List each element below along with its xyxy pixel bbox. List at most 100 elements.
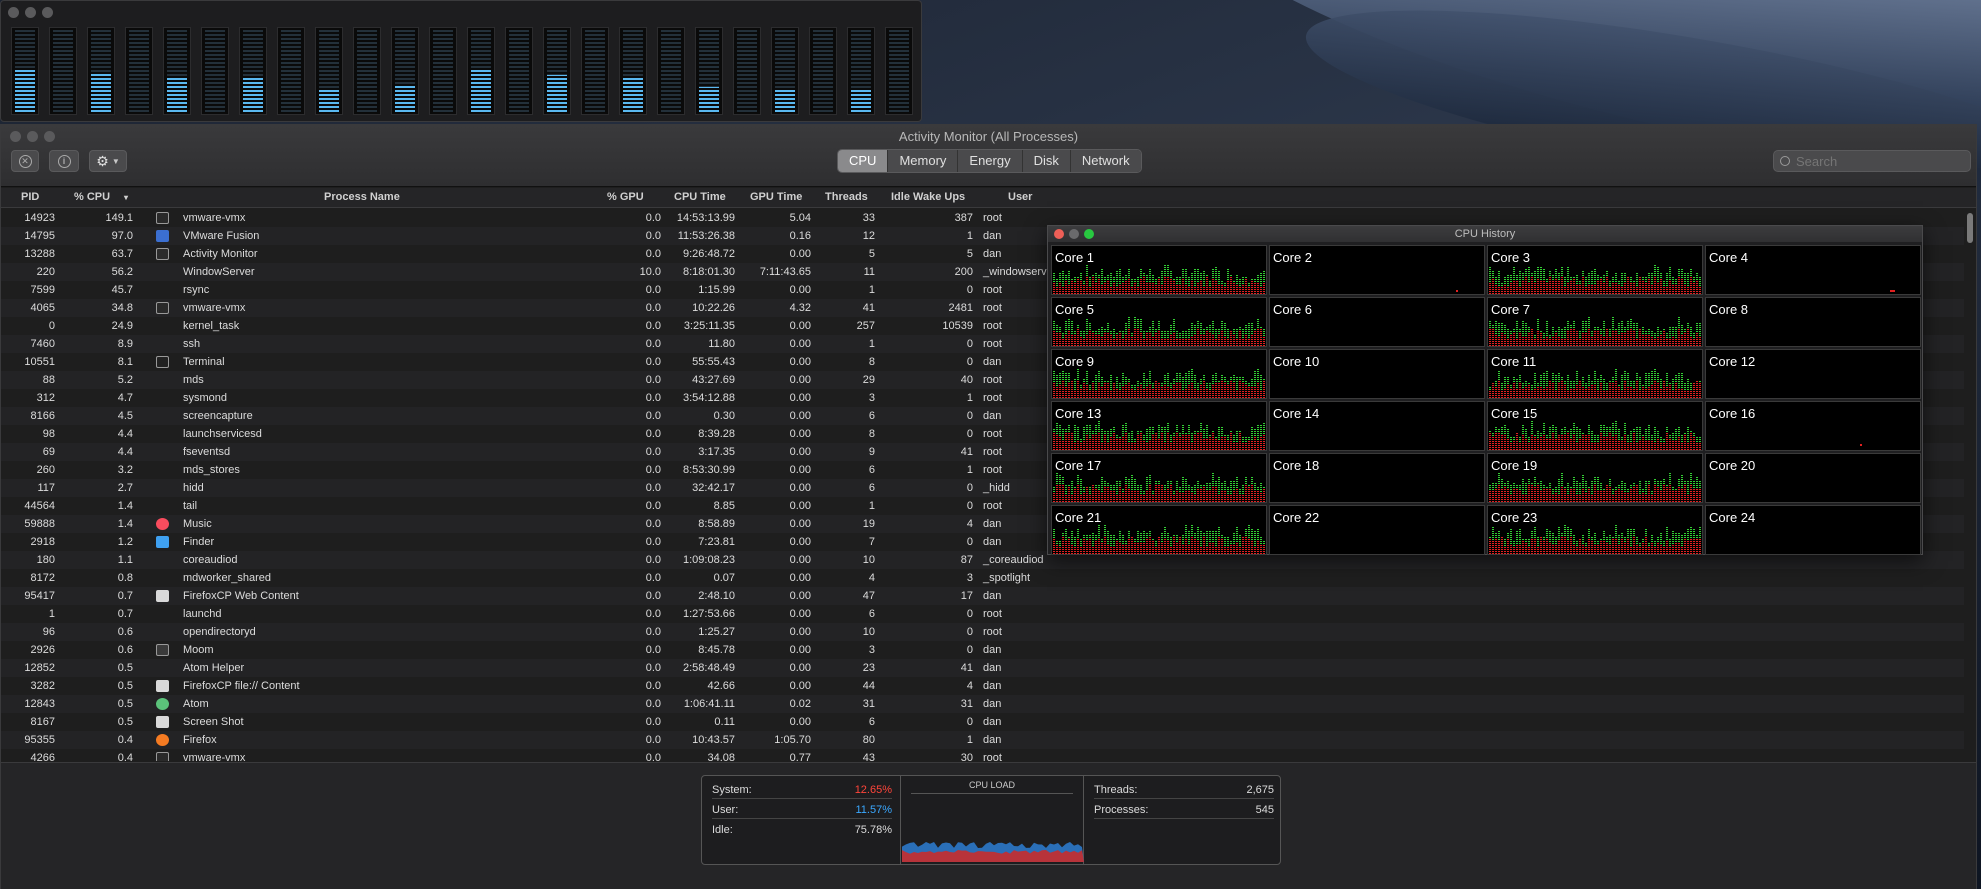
core-history-bar [1068,271,1070,272]
view-tabs[interactable]: CPU Memory Energy Disk Network [837,149,1142,173]
core-history-bar [1119,293,1121,294]
core-history-bar [1666,391,1668,392]
core-history-bar [1669,335,1671,336]
cpu-time-cell: 1:09:08.23 [683,554,735,566]
cpu-history-window[interactable]: CPU History Core 1 Core 2 Core 3 Core 4 Core… [1047,225,1923,555]
column-pid[interactable]: PID [21,191,39,203]
core-history-bar [1095,275,1097,276]
table-row[interactable]: 8172 0.8 mdworker_shared 0.0 0.07 0.00 4 3 _spot… [1,569,1964,587]
process-name-cell: launchservicesd [183,428,262,440]
core-history-bar [1065,377,1067,378]
column-cpu-time[interactable]: CPU Time [674,191,726,203]
core-history-bar [1056,375,1058,376]
core-history-bar [1071,281,1073,282]
core-history-bar [1242,283,1244,284]
core-history-bar [1624,277,1626,278]
threads-cell: 8 [868,356,875,368]
tab-energy[interactable]: Energy [958,150,1023,172]
core-history-bar [1513,339,1515,340]
core-history-bar [1125,327,1127,328]
user-cell: dan [983,680,1002,692]
core-history-bar [1540,375,1542,376]
core-history-bar [1648,277,1650,278]
minimize-button[interactable] [1069,229,1079,239]
window-controls[interactable] [8,5,59,23]
core-history-bar [1504,391,1506,392]
process-name-cell: opendirectoryd [183,626,256,638]
table-row[interactable]: 8167 0.5 Screen Shot 0.0 0.11 0.00 6 0 dan [1,713,1964,731]
core-history-bar [1224,323,1226,324]
core-history-bar [1513,383,1515,384]
scrollbar[interactable] [1966,211,1974,761]
column-cpu[interactable]: % CPU [74,191,110,203]
core-history-bar [1251,387,1253,388]
cpu-usage-window[interactable] [0,0,922,122]
tab-disk[interactable]: Disk [1022,150,1071,172]
core-history-bar [1215,397,1217,398]
core-history-bar [1696,291,1698,292]
core-history-bar [1212,287,1214,288]
core-history-bar [1143,333,1145,334]
close-button[interactable] [8,7,19,18]
tab-network[interactable]: Network [1070,150,1141,172]
tab-cpu[interactable]: CPU [838,150,889,172]
table-row[interactable]: 3282 0.5 FirefoxCP file:// Content 0.0 42.66… [1,677,1964,695]
table-row[interactable]: 95417 0.7 FirefoxCP Web Content 0.0 2:48.10 0… [1,587,1964,605]
column-user[interactable]: User [1008,191,1032,203]
process-name-cell: kernel_task [183,320,240,332]
core-history-bar [1254,293,1256,294]
zoom-button[interactable] [1084,229,1094,239]
search-field[interactable] [1773,150,1971,172]
table-row[interactable]: 4266 0.4 vmware-vmx 0.0 34.08 0.77 43 30 root [1,749,1964,761]
core-history-bar [1597,391,1599,392]
table-row[interactable]: 2926 0.6 Moom 0.0 8:45.78 0.00 3 0 dan [1,641,1964,659]
core-history-bar [1525,283,1527,284]
column-gpu[interactable]: % GPU [607,191,644,203]
inspect-button[interactable]: i [49,150,79,172]
core-history-bar [1230,377,1232,378]
core-history-bar [1645,377,1647,378]
table-row[interactable]: 12843 0.5 Atom 0.0 1:06:41.11 0.02 31 31 dan [1,695,1964,713]
core-history-bar [1576,391,1578,392]
core-history-bar [1164,391,1166,392]
core-history-bar [1257,321,1259,322]
close-button[interactable] [1054,229,1064,239]
core-history-bar [1630,333,1632,334]
zoom-button[interactable] [42,7,53,18]
column-threads[interactable]: Threads [825,191,868,203]
core-history-bar [1678,273,1680,274]
core-history-bar [1654,293,1656,294]
core-history-bar [1630,341,1632,342]
minimize-button[interactable] [25,7,36,18]
scrollbar-thumb[interactable] [1967,213,1973,243]
stop-process-button[interactable]: ✕ [11,150,39,172]
core-history-bar [1612,287,1614,288]
action-menu-button[interactable]: ⚙ ▼ [89,150,127,172]
core-history-bar [1170,339,1172,340]
search-input[interactable] [1796,153,1956,169]
core-history-bar [1089,395,1091,396]
table-row[interactable]: 1 0.7 launchd 0.0 1:27:53.66 0.00 6 0 root [1,605,1964,623]
core-history-bar [1122,291,1124,292]
table-row[interactable]: 95355 0.4 Firefox 0.0 10:43.57 1:05.70 80 1 dan [1,731,1964,749]
column-idle-wake-ups[interactable]: Idle Wake Ups [891,191,965,203]
core-history-bar [1489,341,1491,342]
core-history-bar [1576,291,1578,292]
core-history-bar [1537,283,1539,284]
core-history-bar [1092,395,1094,396]
gpu-cell: 0.0 [645,626,661,638]
table-row[interactable]: 96 0.6 opendirectoryd 0.0 1:25.27 0.00 10 0 root [1,623,1964,641]
column-process-name[interactable]: Process Name [324,191,400,203]
table-row[interactable]: 12852 0.5 Atom Helper 0.0 2:58:48.49 0.00 23 41… [1,659,1964,677]
core-history-bar [1230,339,1232,340]
column-gpu-time[interactable]: GPU Time [750,191,802,203]
core-history-bar [1200,279,1202,280]
tab-memory[interactable]: Memory [888,150,959,172]
window-controls[interactable] [1054,228,1099,244]
core-history-bar [1215,283,1217,284]
core-history-bar [1663,283,1665,284]
core-history-bar [1068,329,1070,330]
gpu-time-cell: 0.00 [789,284,811,296]
core-history-bar [1200,287,1202,288]
core-history-bar [1699,327,1701,328]
